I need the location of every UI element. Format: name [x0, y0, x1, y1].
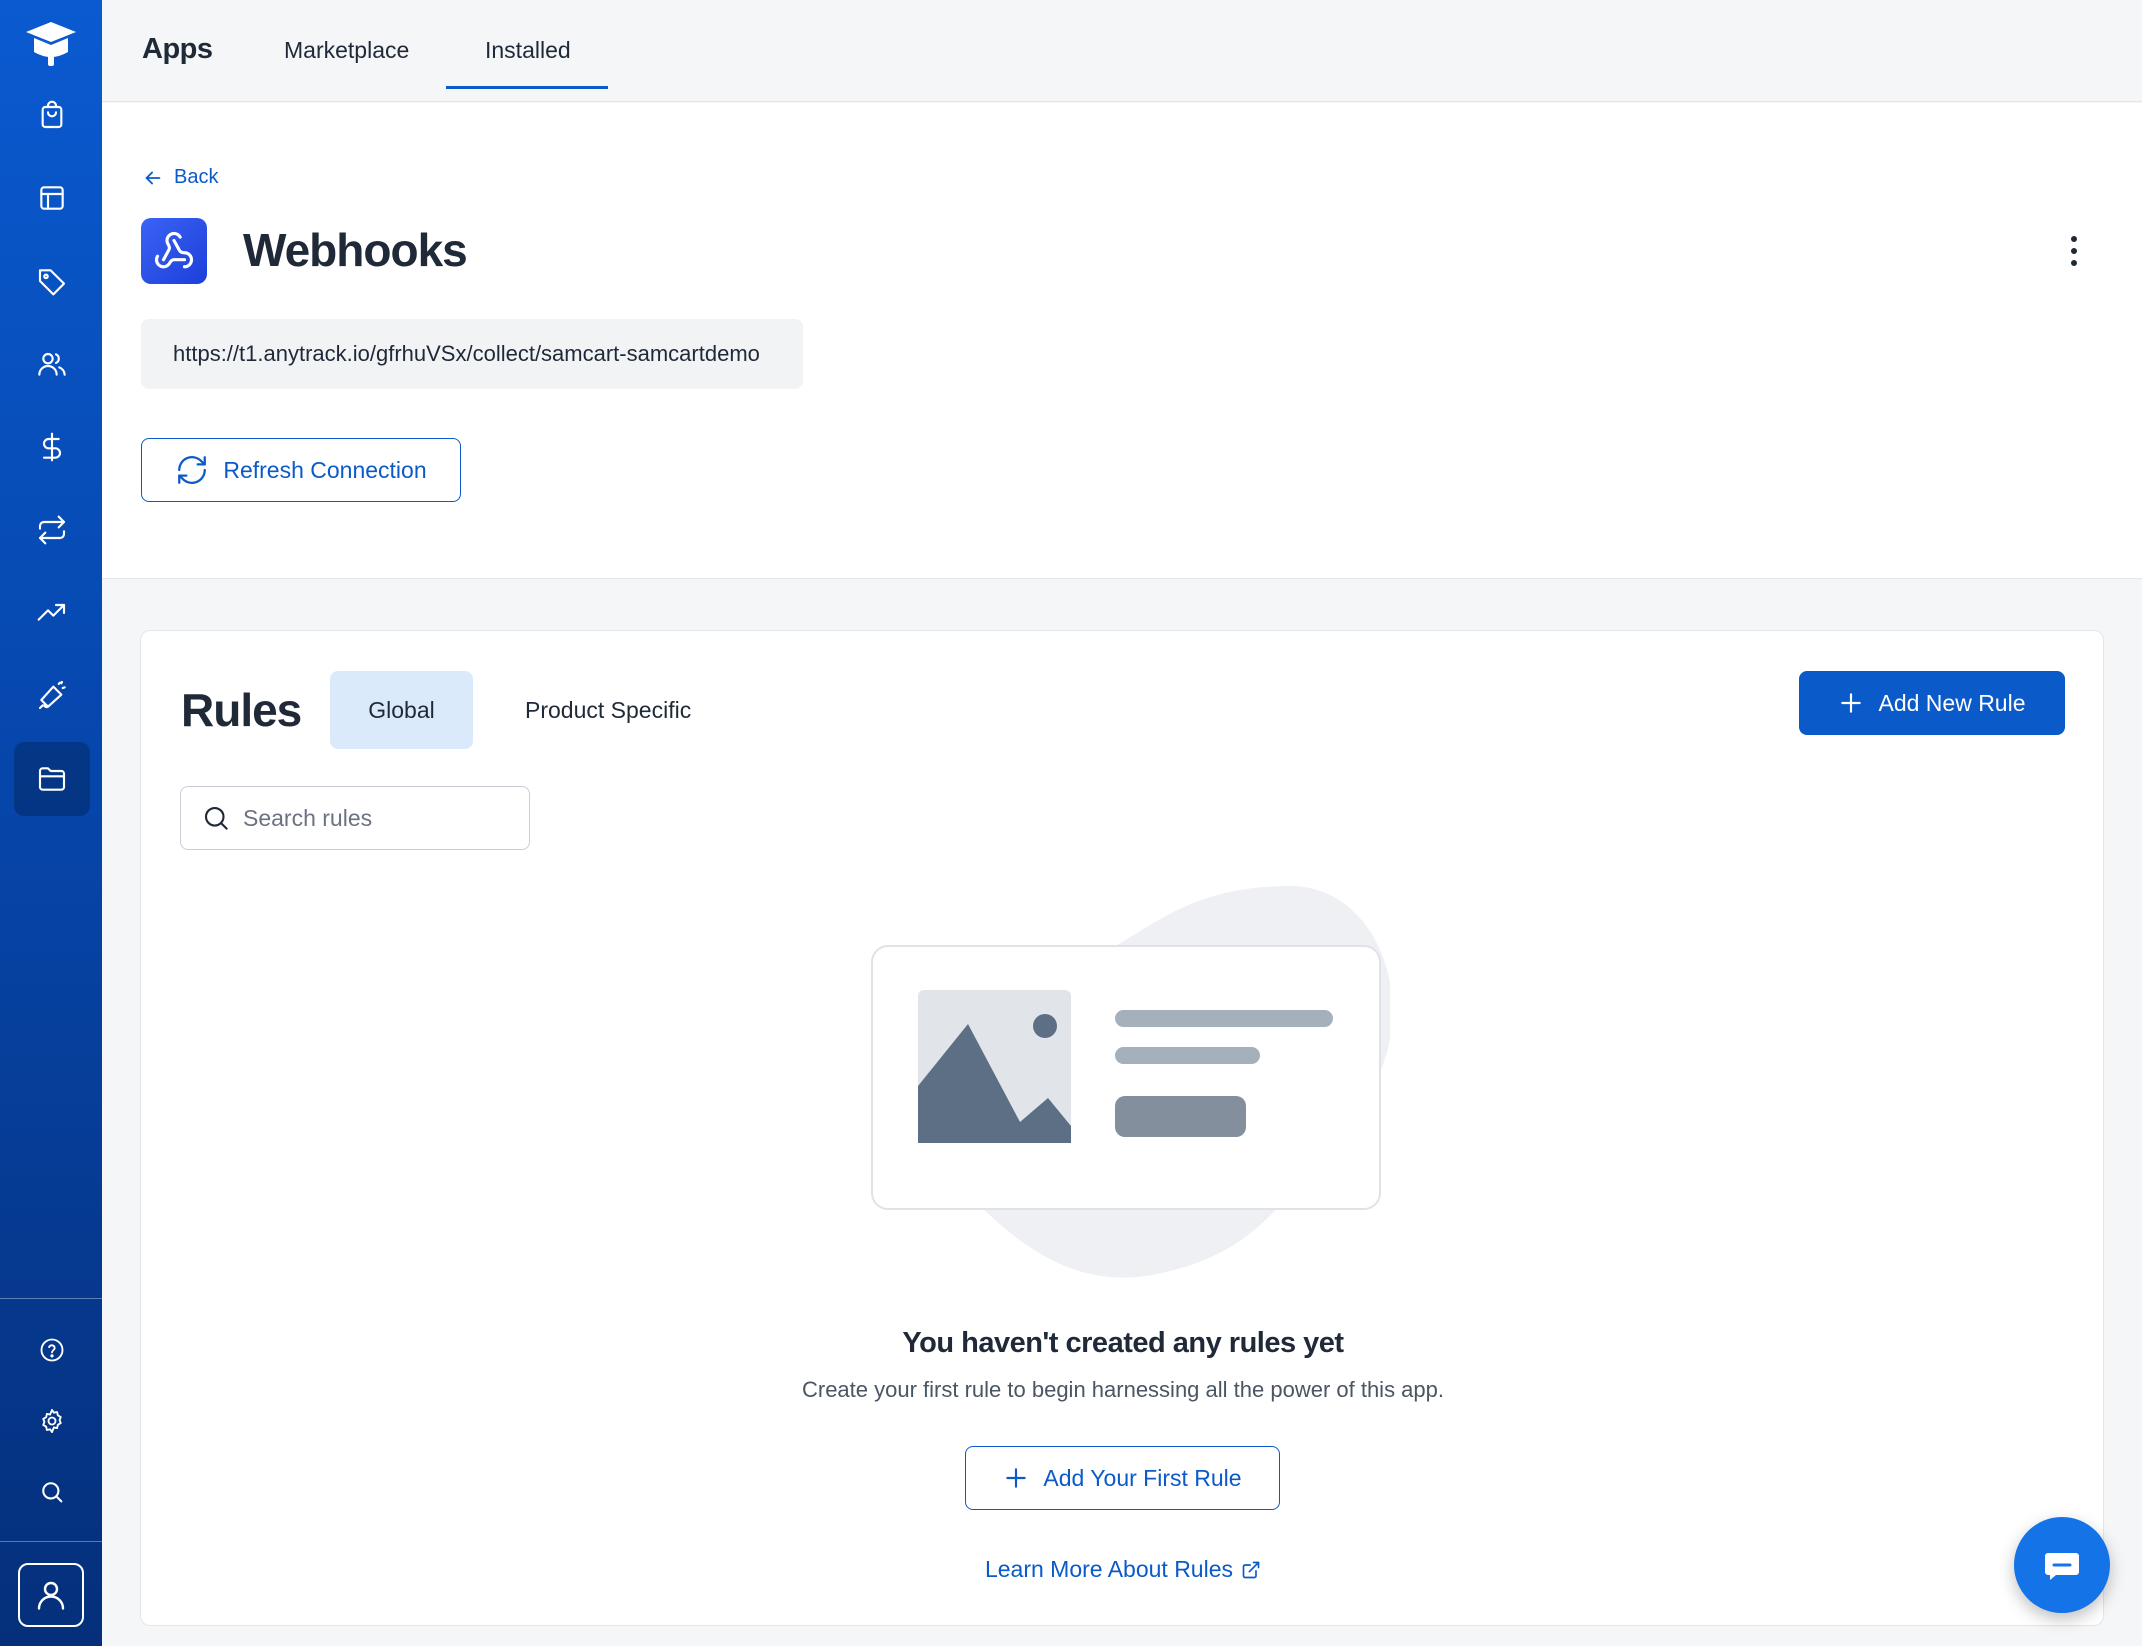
shopping-bag-icon: [41, 100, 63, 129]
page-title: Webhooks: [243, 224, 468, 276]
add-first-rule-button[interactable]: Add Your First Rule: [965, 1446, 1280, 1510]
repeat-icon: [38, 515, 66, 545]
webhook-app-icon: [141, 218, 207, 284]
webhook-url-field[interactable]: https://t1.anytrack.io/gfrhuVSx/collect/…: [141, 319, 803, 389]
learn-more-label: Learn More About Rules: [984, 1556, 1234, 1582]
help-icon: [40, 1338, 64, 1362]
users-icon: [38, 352, 66, 376]
search-rules-input[interactable]: [243, 804, 513, 832]
more-options-icon[interactable]: [2059, 231, 2089, 271]
layout-icon: [40, 186, 64, 210]
top-bar: Apps Marketplace Installed: [102, 0, 2142, 102]
app-header-panel: Back Webhooks https://t1.anytrack.io/gfr…: [102, 103, 2142, 579]
chat-icon: [2045, 1553, 2079, 1580]
dollar-icon: [42, 432, 61, 462]
search-rules-box[interactable]: [180, 786, 530, 850]
add-new-rule-button[interactable]: Add New Rule: [1799, 671, 2065, 735]
sidebar-item-analytics[interactable]: [14, 576, 90, 650]
user-icon: [37, 1581, 65, 1610]
external-link-icon: [1242, 1561, 1260, 1578]
empty-state-illustration: [871, 886, 1390, 1278]
back-link[interactable]: Back: [142, 166, 218, 189]
active-tab-indicator: [446, 86, 608, 89]
add-first-rule-label: Add Your First Rule: [1043, 1464, 1242, 1491]
refresh-connection-label: Refresh Connection: [223, 456, 427, 483]
trending-up-icon: [37, 603, 66, 621]
logo-icon[interactable]: [22, 18, 80, 70]
webhook-url-text: https://t1.anytrack.io/gfrhuVSx/collect/…: [173, 341, 760, 366]
sidebar: [0, 0, 102, 1646]
segment-product-specific[interactable]: Product Specific: [525, 697, 691, 724]
plus-icon: [1006, 1468, 1027, 1488]
sidebar-item-settings[interactable]: [14, 1384, 90, 1458]
refresh-icon: [178, 456, 207, 484]
sidebar-item-help[interactable]: [14, 1313, 90, 1387]
search-icon: [42, 1482, 63, 1503]
tab-marketplace[interactable]: Marketplace: [284, 37, 409, 64]
user-avatar-button[interactable]: [18, 1563, 84, 1627]
sidebar-item-orders[interactable]: [14, 78, 90, 152]
sidebar-item-marketing[interactable]: [14, 659, 90, 733]
refresh-connection-button[interactable]: Refresh Connection: [141, 438, 461, 502]
empty-state-title: You haven't created any rules yet: [902, 1327, 1344, 1359]
sidebar-item-search[interactable]: [14, 1455, 90, 1529]
tab-installed[interactable]: Installed: [485, 37, 571, 64]
webhook-icon: [154, 231, 194, 269]
sidebar-item-apps[interactable]: [14, 742, 90, 816]
gear-icon: [42, 1408, 62, 1434]
folder-icon: [38, 767, 66, 791]
search-icon: [204, 806, 228, 830]
sidebar-divider: [0, 1541, 102, 1542]
back-label: Back: [174, 166, 219, 188]
add-new-rule-label: Add New Rule: [1878, 689, 2026, 716]
sidebar-item-subscriptions[interactable]: [14, 493, 90, 567]
app-title: Apps: [142, 33, 213, 65]
rules-card: Rules Global Product Specific Add New Ru…: [140, 630, 2104, 1626]
chat-launcher-button[interactable]: [2014, 1517, 2110, 1613]
learn-more-link[interactable]: Learn More About Rules: [141, 1556, 2105, 1583]
tag-icon: [38, 269, 66, 296]
sidebar-item-payments[interactable]: [14, 410, 90, 484]
rules-title: Rules: [181, 684, 302, 736]
sidebar-item-products[interactable]: [14, 244, 90, 318]
megaphone-icon: [38, 680, 66, 710]
sidebar-divider: [0, 1298, 102, 1299]
segment-global[interactable]: Global: [330, 671, 473, 749]
sidebar-item-pages[interactable]: [14, 161, 90, 235]
arrow-left-icon: [145, 171, 161, 184]
plus-icon: [1841, 693, 1862, 713]
empty-state-subtitle: Create your first rule to begin harnessi…: [801, 1377, 1445, 1402]
sidebar-item-customers[interactable]: [14, 327, 90, 401]
